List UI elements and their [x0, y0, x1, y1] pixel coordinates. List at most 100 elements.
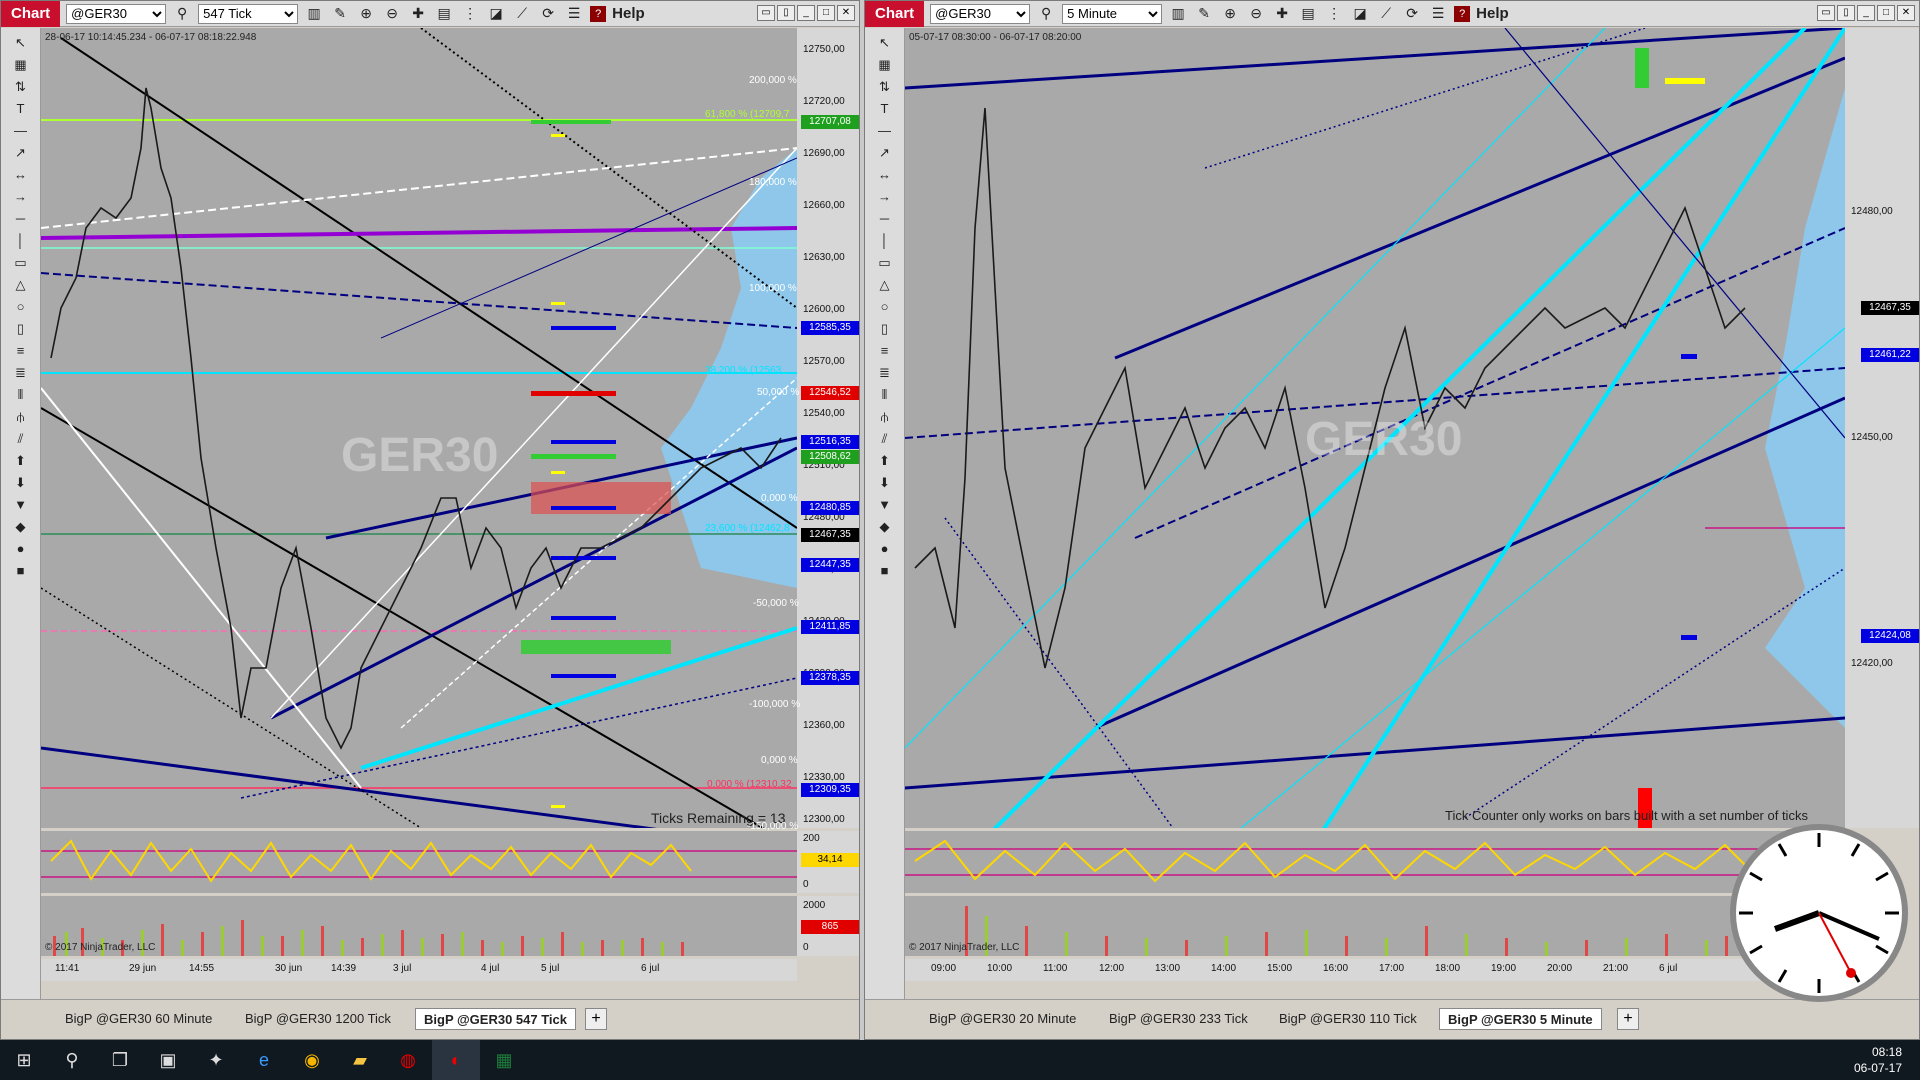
- vertical-line-icon[interactable]: │: [11, 232, 31, 250]
- pitchfork-icon[interactable]: ⫛: [875, 408, 895, 426]
- chart-menu-button[interactable]: Chart: [865, 1, 925, 27]
- gann-fan-icon[interactable]: ⫽: [875, 430, 895, 448]
- oscillator-panel-right[interactable]: [905, 831, 1845, 893]
- crosshair-icon[interactable]: ✚: [408, 4, 428, 24]
- fib-extension-icon[interactable]: ≣: [875, 364, 895, 382]
- chrome-icon[interactable]: ◉: [288, 1040, 336, 1080]
- zoom-out-icon[interactable]: ⊖: [382, 4, 402, 24]
- line-icon[interactable]: —: [875, 122, 895, 140]
- strategies-icon[interactable]: ◪: [1350, 4, 1370, 24]
- fib-retracement-icon[interactable]: ≡: [11, 342, 31, 360]
- region-icon[interactable]: ▯: [875, 320, 895, 338]
- tab-547-tick[interactable]: BigP @GER30 547 Tick: [415, 1008, 576, 1030]
- crosshair-icon[interactable]: ✚: [1272, 4, 1292, 24]
- help-menu[interactable]: Help: [1476, 5, 1509, 22]
- cascade-icon[interactable]: ▯: [777, 5, 795, 21]
- arrow-up-icon[interactable]: ⬆: [11, 452, 31, 470]
- task-view-icon[interactable]: ❐: [96, 1040, 144, 1080]
- zoom-out-icon[interactable]: ⊖: [1246, 4, 1266, 24]
- ray-icon[interactable]: ↗: [875, 144, 895, 162]
- tab-110-tick[interactable]: BigP @GER30 110 Tick: [1271, 1008, 1425, 1030]
- horizontal-line-icon[interactable]: ─: [875, 210, 895, 228]
- indicators-icon[interactable]: ⋮: [460, 4, 480, 24]
- draw-icon[interactable]: ⟋: [1376, 4, 1396, 24]
- square-icon[interactable]: ■: [11, 562, 31, 580]
- bar-type-icon[interactable]: ▥: [1168, 4, 1188, 24]
- arrow-up-icon[interactable]: ⬆: [875, 452, 895, 470]
- tab-20-minute[interactable]: BigP @GER30 20 Minute: [921, 1008, 1084, 1030]
- tile-icon[interactable]: ▭: [757, 5, 775, 21]
- properties-icon[interactable]: ▤: [1298, 4, 1318, 24]
- search-icon[interactable]: ⚲: [172, 4, 192, 24]
- zoom-in-icon[interactable]: ⊕: [1220, 4, 1240, 24]
- region-icon[interactable]: ▯: [11, 320, 31, 338]
- tab-1200-tick[interactable]: BigP @GER30 1200 Tick: [237, 1008, 399, 1030]
- volume-panel-left[interactable]: © 2017 NinjaTrader, LLC: [41, 896, 797, 956]
- arrow-down-icon[interactable]: ⬇: [11, 474, 31, 492]
- ruler-icon[interactable]: ▦: [11, 56, 31, 74]
- diamond-icon[interactable]: ◆: [11, 518, 31, 536]
- price-panel-right[interactable]: GER30 05-07-17 08:30:00 - 06-07-17 08:20…: [905, 28, 1845, 828]
- edge-icon[interactable]: e: [240, 1040, 288, 1080]
- ninjatrader-icon[interactable]: ◐: [432, 1040, 480, 1080]
- close-icon[interactable]: ✕: [1897, 5, 1915, 21]
- maximize-icon[interactable]: □: [1877, 5, 1895, 21]
- pencil-icon[interactable]: ✎: [330, 4, 350, 24]
- extended-line-icon[interactable]: ↔: [11, 166, 31, 184]
- search-icon[interactable]: ⚲: [48, 1040, 96, 1080]
- arrow-line-icon[interactable]: →: [875, 188, 895, 206]
- fib-time-icon[interactable]: ⦀: [11, 386, 31, 404]
- properties-icon[interactable]: ▤: [434, 4, 454, 24]
- maximize-icon[interactable]: □: [817, 5, 835, 21]
- interval-select[interactable]: 547 Tick: [198, 3, 299, 24]
- excel-icon[interactable]: ▦: [480, 1040, 528, 1080]
- dot-icon[interactable]: ●: [875, 540, 895, 558]
- ruler-icon[interactable]: ▦: [875, 56, 895, 74]
- interval-select[interactable]: 5 Minute: [1062, 3, 1163, 24]
- reload-icon[interactable]: ⟳: [538, 4, 558, 24]
- pitchfork-icon[interactable]: ⫛: [11, 408, 31, 426]
- extended-line-icon[interactable]: ↔: [875, 166, 895, 184]
- gann-fan-icon[interactable]: ⫽: [11, 430, 31, 448]
- app-icon[interactable]: ◍: [384, 1040, 432, 1080]
- arrow-down-icon[interactable]: ⬇: [875, 474, 895, 492]
- risk-reward-icon[interactable]: ⇅: [875, 78, 895, 96]
- chart-menu-button[interactable]: Chart: [1, 1, 61, 27]
- search-icon[interactable]: ⚲: [1036, 4, 1056, 24]
- triangle-down-icon[interactable]: ▼: [11, 496, 31, 514]
- rectangle-icon[interactable]: ▭: [875, 254, 895, 272]
- price-panel-left[interactable]: GER30 28-06-17 10:14:45.234 - 06-07-17 0…: [41, 28, 797, 828]
- system-clock[interactable]: 08:18 06-07-17: [1854, 1044, 1902, 1076]
- text-icon[interactable]: T: [875, 100, 895, 118]
- minimize-icon[interactable]: _: [1857, 5, 1875, 21]
- pointer-icon[interactable]: ↖: [11, 34, 31, 52]
- price-axis-left[interactable]: 12750,00 12720,00 12690,00 12660,00 1263…: [797, 28, 859, 828]
- app-icon[interactable]: ▣: [144, 1040, 192, 1080]
- triangle-icon[interactable]: △: [11, 276, 31, 294]
- close-icon[interactable]: ✕: [837, 5, 855, 21]
- add-tab-button[interactable]: +: [585, 1008, 607, 1030]
- instrument-select[interactable]: @GER30: [66, 3, 167, 24]
- text-icon[interactable]: T: [11, 100, 31, 118]
- fib-extension-icon[interactable]: ≣: [11, 364, 31, 382]
- zoom-in-icon[interactable]: ⊕: [356, 4, 376, 24]
- rectangle-icon[interactable]: ▭: [11, 254, 31, 272]
- price-axis-right[interactable]: 12480,00 12450,00 12420,00 12467,35 1246…: [1845, 28, 1919, 828]
- instrument-select[interactable]: @GER30: [930, 3, 1031, 24]
- vertical-line-icon[interactable]: │: [875, 232, 895, 250]
- fib-time-icon[interactable]: ⦀: [875, 386, 895, 404]
- diamond-icon[interactable]: ◆: [875, 518, 895, 536]
- cascade-icon[interactable]: ▯: [1837, 5, 1855, 21]
- list-icon[interactable]: ☰: [1428, 4, 1448, 24]
- pointer-icon[interactable]: ↖: [875, 34, 895, 52]
- tile-icon[interactable]: ▭: [1817, 5, 1835, 21]
- tab-233-tick[interactable]: BigP @GER30 233 Tick: [1101, 1008, 1256, 1030]
- help-menu[interactable]: Help: [612, 5, 645, 22]
- ellipse-icon[interactable]: ○: [11, 298, 31, 316]
- start-icon[interactable]: ⊞: [0, 1040, 48, 1080]
- fib-retracement-icon[interactable]: ≡: [875, 342, 895, 360]
- volume-panel-right[interactable]: © 2017 NinjaTrader, LLC: [905, 896, 1845, 956]
- ellipse-icon[interactable]: ○: [875, 298, 895, 316]
- arrow-line-icon[interactable]: →: [11, 188, 31, 206]
- list-icon[interactable]: ☰: [564, 4, 584, 24]
